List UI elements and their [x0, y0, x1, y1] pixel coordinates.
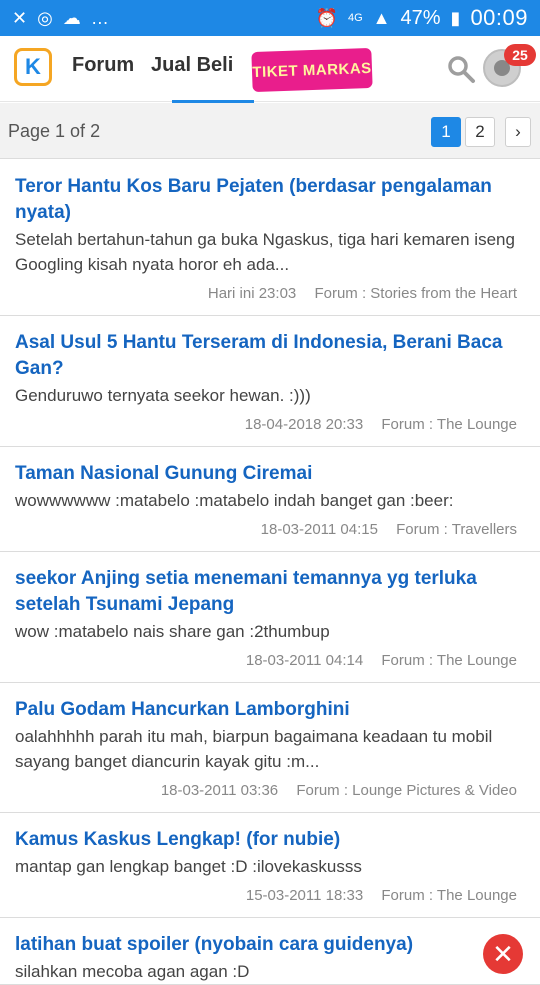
- thread-title[interactable]: seekor Anjing setia menemani temannya yg…: [15, 566, 525, 618]
- thread-date: 18-04-2018 20:33: [244, 416, 364, 433]
- thread-title[interactable]: Asal Usul 5 Hantu Terseram di Indonesia,…: [15, 330, 525, 382]
- thread-list: Teror Hantu Kos Baru Pejaten (berdasar p…: [0, 160, 540, 985]
- thread-date: 18-03-2011 04:15: [260, 521, 378, 538]
- thread-date: 18-03-2011 03:36: [160, 782, 279, 799]
- status-left-icons: ✕ ◎ ☁ …: [12, 9, 109, 27]
- promo-label: TIKET MARKAS: [252, 59, 372, 81]
- thread-title[interactable]: latihan buat spoiler (nyobain cara guide…: [15, 932, 525, 958]
- thread-item[interactable]: Teror Hantu Kos Baru Pejaten (berdasar p…: [0, 160, 540, 316]
- pagination-bar: Page 1 of 2 1 2 ›: [0, 103, 540, 159]
- thread-date: 15-03-2011 18:33: [245, 887, 364, 904]
- network-type: 4G: [347, 11, 363, 24]
- thread-item[interactable]: Taman Nasional Gunung Ciremai wowwwwww :…: [0, 447, 540, 552]
- thread-title[interactable]: Taman Nasional Gunung Ciremai: [15, 461, 525, 487]
- thread-meta: 18-03-2011 03:36 Forum : Lounge Pictures…: [15, 774, 525, 812]
- more-dots-icon: …: [90, 8, 109, 28]
- thread-snippet: Genduruwo ternyata seekor hewan. :))): [15, 386, 311, 405]
- thread-date: 18-03-2011 04:14: [245, 652, 364, 669]
- thread-title[interactable]: Kamus Kaskus Lengkap! (for nubie): [15, 827, 525, 853]
- status-right-icons: ⏰ 4G ▲ 47% ▮ 00:09: [316, 5, 528, 31]
- tiket-markas-promo[interactable]: TIKET MARKAS: [251, 47, 373, 93]
- search-icon[interactable]: [446, 54, 476, 84]
- tab-jual-beli[interactable]: Jual Beli: [151, 54, 233, 77]
- logo-glyph: K: [25, 54, 41, 79]
- next-page-button[interactable]: ›: [505, 117, 531, 147]
- thread-item[interactable]: Asal Usul 5 Hantu Terseram di Indonesia,…: [0, 316, 540, 447]
- kaskus-logo[interactable]: K: [14, 48, 52, 86]
- page-indicator: Page 1 of 2: [8, 121, 101, 141]
- notification-badge: 25: [504, 44, 536, 66]
- thread-snippet: mantap gan lengkap banget :D :ilovekasku…: [15, 857, 362, 876]
- thread-meta: 18-03-2011 04:14 Forum : The Lounge: [15, 644, 525, 682]
- thread-meta: Hari ini 23:03 Forum : Stories from the …: [15, 277, 525, 315]
- thread-forum[interactable]: Forum : The Lounge: [381, 652, 517, 669]
- alarm-icon: ⏰: [315, 8, 338, 28]
- thread-forum[interactable]: Forum : The Lounge: [381, 416, 517, 433]
- thread-item[interactable]: latihan buat spoiler (nyobain cara guide…: [0, 918, 540, 985]
- thread-meta: 18-03-2011 04:15 Forum : Travellers: [15, 513, 525, 551]
- thread-snippet: oalahhhhh parah itu mah, biarpun bagaima…: [15, 727, 493, 771]
- thread-title[interactable]: Teror Hantu Kos Baru Pejaten (berdasar p…: [15, 174, 525, 226]
- thread-forum[interactable]: Forum : Stories from the Heart: [314, 285, 517, 302]
- thread-date: Hari ini 23:03: [207, 285, 297, 302]
- page-2-button[interactable]: 2: [465, 117, 495, 147]
- thread-forum[interactable]: Forum : Lounge Pictures & Video: [296, 782, 517, 799]
- thread-title[interactable]: Palu Godam Hancurkan Lamborghini: [15, 697, 525, 723]
- battery-icon: ▮: [450, 8, 461, 28]
- thread-meta: 18-04-2018 20:33 Forum : The Lounge: [15, 408, 525, 446]
- battery-percentage: 47%: [400, 6, 441, 29]
- thread-item[interactable]: Kamus Kaskus Lengkap! (for nubie) mantap…: [0, 813, 540, 918]
- thread-snippet: wowwwwww :matabelo :matabelo indah bange…: [15, 491, 454, 510]
- page-1-button[interactable]: 1: [431, 117, 461, 147]
- missed-call-icon: ✕: [12, 8, 28, 28]
- thread-snippet: wow :matabelo nais share gan :2thumbup: [15, 622, 330, 641]
- signal-icon: ▲: [372, 8, 391, 28]
- close-icon: ✕: [492, 938, 514, 969]
- weather-icon: ☁: [62, 8, 81, 28]
- tab-forum[interactable]: Forum: [72, 54, 134, 77]
- thread-item[interactable]: seekor Anjing setia menemani temannya yg…: [0, 552, 540, 683]
- clock: 00:09: [470, 5, 528, 30]
- thread-item[interactable]: Palu Godam Hancurkan Lamborghini oalahhh…: [0, 683, 540, 813]
- instagram-icon: ◎: [37, 8, 53, 28]
- thread-meta: 15-03-2011 18:33 Forum : The Lounge: [15, 879, 525, 917]
- thread-forum[interactable]: Forum : The Lounge: [381, 887, 517, 904]
- status-bar: ✕ ◎ ☁ … ⏰ 4G ▲ 47% ▮ 00:09: [0, 0, 540, 36]
- thread-snippet: silahkan mecoba agan agan :D: [15, 962, 250, 981]
- thread-snippet: Setelah bertahun-tahun ga buka Ngaskus, …: [15, 230, 515, 274]
- thread-forum[interactable]: Forum : Travellers: [396, 521, 517, 538]
- close-ad-button[interactable]: ✕: [483, 934, 523, 974]
- app-bar: K Forum Jual Beli TIKET MARKAS 25: [0, 36, 540, 104]
